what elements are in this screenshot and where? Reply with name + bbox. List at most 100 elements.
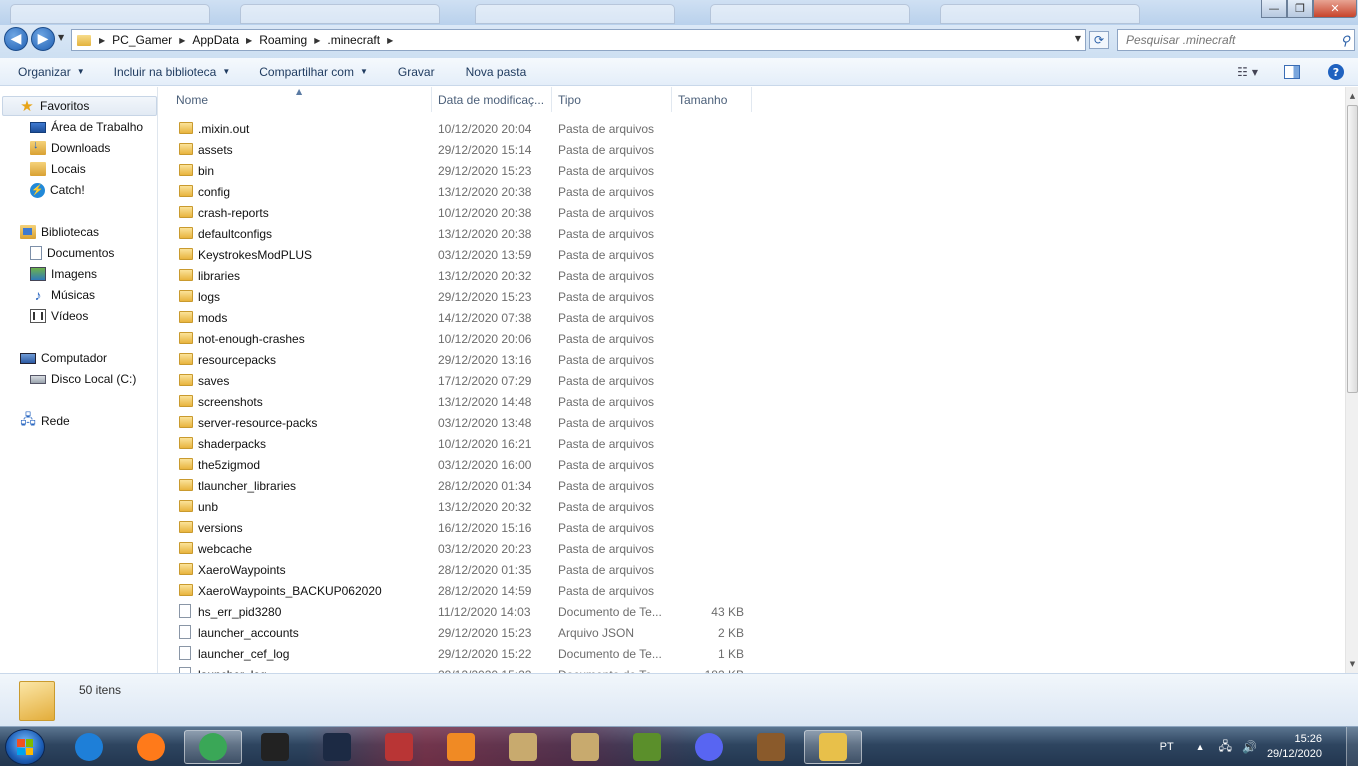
back-button[interactable]: ◀ xyxy=(4,27,28,51)
show-hidden-icons-icon[interactable]: ▲ xyxy=(1196,742,1205,752)
file-row[interactable]: XaeroWaypoints_BACKUP062020 28/12/2020 14… xyxy=(159,580,1345,601)
file-row[interactable]: server-resource-packs 03/12/2020 13:48 Pas… xyxy=(159,412,1345,433)
nav-local-disk[interactable]: Disco Local (C:) xyxy=(30,369,136,389)
breadcrumb-item[interactable]: Roaming xyxy=(259,33,307,47)
close-button[interactable]: ✕ xyxy=(1313,0,1357,18)
include-library-button[interactable]: Incluir na biblioteca ▼ xyxy=(114,65,231,79)
taskbar-app-button[interactable] xyxy=(618,730,676,764)
nav-downloads[interactable]: Downloads xyxy=(30,138,110,158)
network-tray-icon[interactable]: 🖧 xyxy=(1219,737,1232,758)
file-row[interactable]: launcher_cef_log 29/12/2020 15:22 Document… xyxy=(159,643,1345,664)
column-header-date[interactable]: Data de modificaç... xyxy=(432,87,552,112)
file-row[interactable]: XaeroWaypoints 28/12/2020 01:35 Pasta de a… xyxy=(159,559,1345,580)
chevron-right-icon[interactable]: ▶ xyxy=(314,36,320,45)
taskbar-app-button[interactable] xyxy=(246,730,304,764)
file-row[interactable]: .mixin.out 10/12/2020 20:04 Pasta de arqui… xyxy=(159,118,1345,139)
search-box[interactable]: ⚲ xyxy=(1117,29,1355,51)
taskbar-app-button[interactable] xyxy=(742,730,800,764)
show-desktop-button[interactable] xyxy=(1346,727,1358,766)
address-dropdown-icon[interactable]: ▼ xyxy=(1075,34,1081,43)
file-name: launcher_cef_log xyxy=(198,646,290,661)
file-row[interactable]: unb 13/12/2020 20:32 Pasta de arquivos xyxy=(159,496,1345,517)
start-button[interactable] xyxy=(5,729,45,765)
nav-desktop[interactable]: Área de Trabalho xyxy=(30,117,143,137)
file-row[interactable]: tlauncher_libraries 28/12/2020 01:34 Pasta… xyxy=(159,475,1345,496)
nav-pictures[interactable]: Imagens xyxy=(30,264,97,284)
taskbar-app-button[interactable] xyxy=(432,730,490,764)
taskbar-app-button[interactable] xyxy=(680,730,738,764)
file-row[interactable]: versions 16/12/2020 15:16 Pasta de arquivo… xyxy=(159,517,1345,538)
file-row[interactable]: KeystrokesModPLUS 03/12/2020 13:59 Pasta d… xyxy=(159,244,1345,265)
taskbar-app-button[interactable] xyxy=(308,730,366,764)
folder-icon xyxy=(179,332,193,344)
file-row[interactable]: defaultconfigs 13/12/2020 20:38 Pasta de a… xyxy=(159,223,1345,244)
nav-recent-places[interactable]: Locais xyxy=(30,159,86,179)
search-icon[interactable]: ⚲ xyxy=(1340,33,1350,49)
preview-pane-icon[interactable] xyxy=(1284,65,1300,79)
address-bar[interactable]: ▶ PC_Gamer ▶ AppData ▶ Roaming ▶ .minecr… xyxy=(71,29,1086,51)
column-header-type[interactable]: Tipo xyxy=(552,87,672,112)
file-row[interactable]: resourcepacks 29/12/2020 13:16 Pasta de ar… xyxy=(159,349,1345,370)
nav-computer[interactable]: Computador xyxy=(20,348,107,368)
file-row[interactable]: shaderpacks 10/12/2020 16:21 Pasta de arqu… xyxy=(159,433,1345,454)
chevron-right-icon[interactable]: ▶ xyxy=(387,36,393,45)
file-row[interactable]: bin 29/12/2020 15:23 Pasta de arquivos xyxy=(159,160,1345,181)
taskbar-app-button[interactable] xyxy=(122,730,180,764)
taskbar-app-button[interactable] xyxy=(556,730,614,764)
file-row[interactable]: config 13/12/2020 20:38 Pasta de arquivos xyxy=(159,181,1345,202)
chevron-right-icon[interactable]: ▶ xyxy=(99,36,105,45)
column-header-size[interactable]: Tamanho xyxy=(672,87,752,112)
nav-videos[interactable]: Vídeos xyxy=(30,306,88,326)
taskbar-app-button[interactable] xyxy=(370,730,428,764)
vertical-scrollbar[interactable]: ▲ ▼ xyxy=(1345,87,1358,673)
file-row[interactable]: crash-reports 10/12/2020 20:38 Pasta de ar… xyxy=(159,202,1345,223)
file-row[interactable]: libraries 13/12/2020 20:32 Pasta de arquiv… xyxy=(159,265,1345,286)
file-row[interactable]: assets 29/12/2020 15:14 Pasta de arquivos xyxy=(159,139,1345,160)
file-row[interactable]: logs 29/12/2020 15:23 Pasta de arquivos xyxy=(159,286,1345,307)
scroll-down-icon[interactable]: ▼ xyxy=(1346,657,1358,671)
taskbar-app-button[interactable] xyxy=(184,730,242,764)
taskbar-app-button[interactable] xyxy=(494,730,552,764)
nav-favorites[interactable]: ★ Favoritos xyxy=(2,96,157,116)
share-with-button[interactable]: Compartilhar com ▼ xyxy=(259,65,368,79)
forward-button[interactable]: ▶ xyxy=(31,27,55,51)
file-row[interactable]: the5zigmod 03/12/2020 16:00 Pasta de arqui… xyxy=(159,454,1345,475)
nav-music[interactable]: ♪ Músicas xyxy=(30,285,96,305)
breadcrumb-item[interactable]: PC_Gamer xyxy=(112,33,172,47)
refresh-button[interactable]: ⟳ xyxy=(1089,31,1109,49)
view-dropdown-icon[interactable]: ▼ xyxy=(1252,68,1258,77)
file-row[interactable]: not-enough-crashes 10/12/2020 20:06 Pasta … xyxy=(159,328,1345,349)
racing-game-icon xyxy=(323,733,351,761)
minimize-button[interactable]: — xyxy=(1261,0,1287,18)
chevron-right-icon[interactable]: ▶ xyxy=(246,36,252,45)
breadcrumb-item[interactable]: .minecraft xyxy=(327,33,380,47)
scrollbar-thumb[interactable] xyxy=(1347,105,1358,393)
file-row[interactable]: hs_err_pid3280 11/12/2020 14:03 Documento … xyxy=(159,601,1345,622)
file-row[interactable]: webcache 03/12/2020 20:23 Pasta de arquivo… xyxy=(159,538,1345,559)
language-indicator[interactable]: PT xyxy=(1160,741,1174,753)
taskbar-app-button[interactable] xyxy=(60,730,118,764)
organize-button[interactable]: Organizar ▼ xyxy=(18,65,85,79)
chevron-right-icon[interactable]: ▶ xyxy=(179,36,185,45)
burn-button[interactable]: Gravar xyxy=(398,65,435,79)
nav-network[interactable]: 🖧 Rede xyxy=(20,411,70,431)
help-icon[interactable]: ? xyxy=(1328,64,1344,80)
file-row[interactable]: mods 14/12/2020 07:38 Pasta de arquivos xyxy=(159,307,1345,328)
taskbar-app-button[interactable] xyxy=(804,730,862,764)
file-row[interactable]: screenshots 13/12/2020 14:48 Pasta de arqu… xyxy=(159,391,1345,412)
scroll-up-icon[interactable]: ▲ xyxy=(1346,89,1358,103)
nav-libraries[interactable]: Bibliotecas xyxy=(20,222,99,242)
file-row[interactable]: launcher_accounts 29/12/2020 15:23 Arquivo… xyxy=(159,622,1345,643)
breadcrumb-item[interactable]: AppData xyxy=(192,33,239,47)
file-row[interactable]: launcher_log29/12/2020 15:22Documento de… xyxy=(159,664,1345,673)
recent-pages-dropdown-icon[interactable]: ▼ xyxy=(58,33,64,42)
nav-documents[interactable]: Documentos xyxy=(30,243,114,263)
file-row[interactable]: saves 17/12/2020 07:29 Pasta de arquivos xyxy=(159,370,1345,391)
volume-icon[interactable]: 🔊 xyxy=(1242,740,1257,754)
new-folder-button[interactable]: Nova pasta xyxy=(466,65,527,79)
maximize-button[interactable]: ❐ xyxy=(1287,0,1313,18)
clock[interactable]: 15:26 29/12/2020 xyxy=(1267,732,1322,762)
nav-catch[interactable]: ⚡ Catch! xyxy=(30,180,85,200)
search-input[interactable] xyxy=(1126,33,1326,47)
view-options-icon[interactable]: ☷ xyxy=(1237,65,1248,79)
